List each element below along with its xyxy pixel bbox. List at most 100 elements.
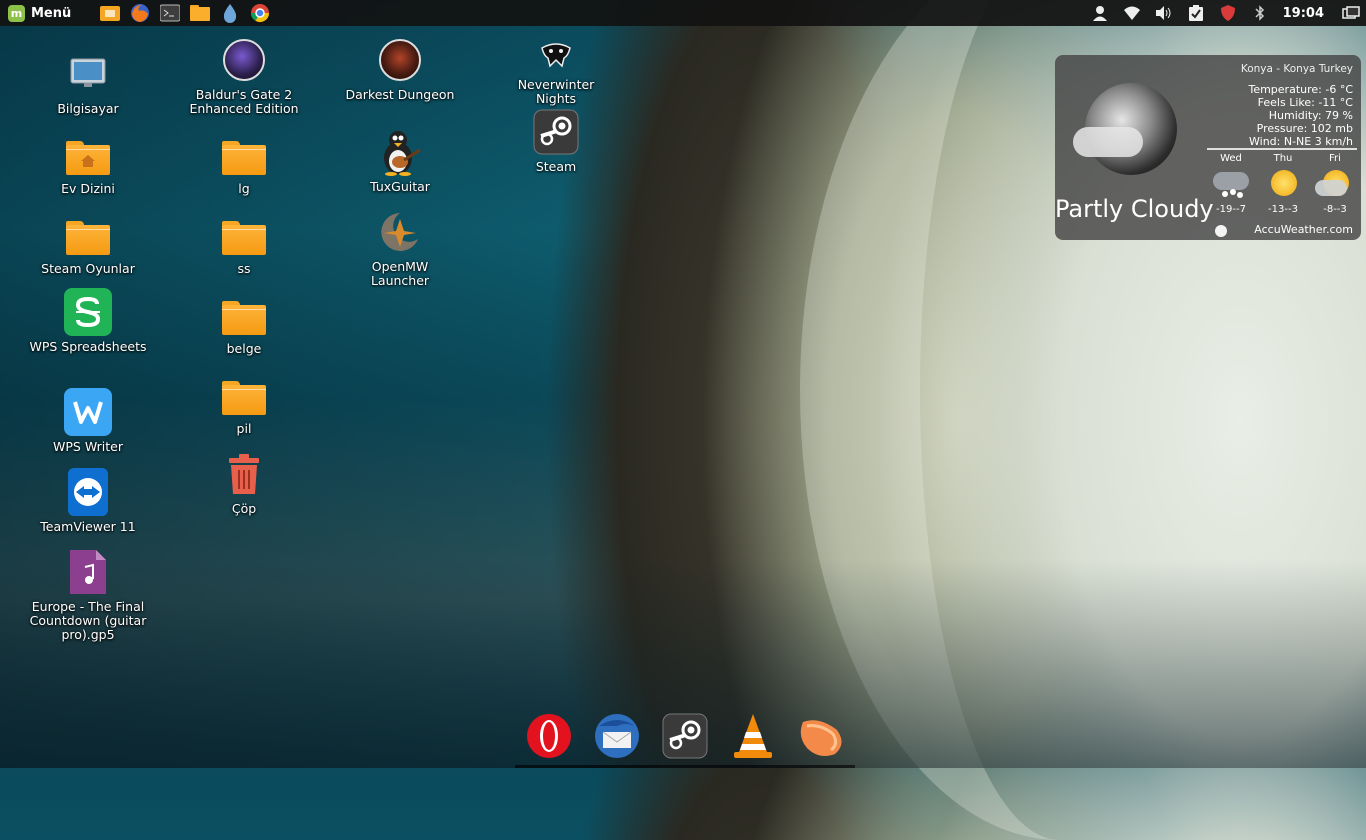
desktop-icon-neverwinter-nights[interactable]: Neverwinter Nights: [497, 36, 615, 106]
weather-source-link[interactable]: AccuWeather.com: [1254, 223, 1353, 236]
steam-icon[interactable]: [660, 711, 710, 761]
volume-icon[interactable]: [1155, 4, 1173, 22]
desktop-icon-label: Steam: [535, 159, 577, 174]
panel-launchers: [99, 3, 270, 24]
desktop-icon-label: pil: [236, 421, 252, 436]
desktop-icon-openmw[interactable]: OpenMW Launcher: [341, 208, 459, 288]
desktop-icon-label: TuxGuitar: [370, 179, 430, 194]
show-desktop-icon[interactable]: [1342, 4, 1360, 22]
desktop-icon-wps-spreadsheets[interactable]: WPS Spreadsheets: [29, 288, 147, 354]
system-tray: 19:04: [1091, 0, 1360, 26]
steam-icon: [532, 108, 580, 156]
menu-button[interactable]: m Menü: [8, 0, 79, 26]
wps-writer-icon: [64, 388, 112, 436]
forecast-day-range: -13--3: [1268, 204, 1298, 215]
desktop-icon-label: Europe - The Final Countdown (guitar pro…: [29, 599, 147, 642]
user-icon[interactable]: [1091, 4, 1109, 22]
desktop-icon-label: Baldur's Gate 2 Enhanced Edition: [189, 87, 299, 116]
weather-refresh-icon[interactable]: [1215, 225, 1227, 237]
clipboard-icon[interactable]: [1187, 4, 1205, 22]
desktop-icon-trash[interactable]: Çöp: [185, 450, 303, 516]
baldurs-gate-icon: [220, 36, 268, 84]
folder-icon: [220, 370, 268, 418]
desktop-icon-label: Ev Dizini: [61, 181, 115, 196]
snow-cloud-icon: [1211, 166, 1251, 200]
desktop-icon-darkest-dungeon[interactable]: Darkest Dungeon: [341, 36, 459, 102]
folder-icon: [64, 210, 112, 258]
folder-icon: [220, 210, 268, 258]
water-icon[interactable]: [219, 3, 240, 24]
shield-icon[interactable]: [1219, 4, 1237, 22]
neverwinter-nights-icon: [532, 36, 580, 74]
forecast-day-name: Wed: [1220, 153, 1242, 164]
audio-file-icon: [64, 548, 112, 596]
desktop-icon-steam[interactable]: Steam: [497, 108, 615, 174]
folder-icon[interactable]: [189, 3, 210, 24]
home-folder-icon: [64, 130, 112, 178]
weather-divider: [1207, 148, 1357, 150]
forecast-day: Wed -19--7: [1205, 153, 1257, 215]
firefox-icon[interactable]: [129, 3, 150, 24]
desktop-icon-home[interactable]: Ev Dizini: [29, 130, 147, 196]
weather-temperature: Temperature: -6 °C: [1248, 83, 1353, 96]
teamviewer-icon: [64, 468, 112, 516]
partly-cloudy-icon: [1315, 166, 1355, 200]
desktop-icon-label: Steam Oyunlar: [41, 261, 135, 276]
linux-mint-icon: m: [8, 4, 25, 22]
desktop-icon-label: Bilgisayar: [57, 101, 119, 116]
cloud-icon: [1073, 127, 1143, 157]
forecast-day-name: Thu: [1273, 153, 1293, 164]
desktop-icon-steam-games[interactable]: Steam Oyunlar: [29, 210, 147, 276]
forecast-day: Fri -8--3: [1309, 153, 1361, 215]
weather-widget[interactable]: Konya - Konya Turkey Temperature: -6 °C …: [1055, 55, 1361, 240]
files-app-icon[interactable]: [99, 3, 120, 24]
desktop-icon-label: WPS Spreadsheets: [29, 339, 147, 354]
weather-humidity: Humidity: 79 %: [1268, 109, 1353, 122]
wps-spreadsheets-icon: [64, 288, 112, 336]
weather-details: Temperature: -6 °C Feels Like: -11 °C Hu…: [1183, 83, 1353, 148]
wifi-icon[interactable]: [1123, 4, 1141, 22]
desktop-icon-label: Neverwinter Nights: [517, 77, 595, 106]
weather-condition: Partly Cloudy: [1055, 195, 1214, 223]
chrome-icon[interactable]: [249, 3, 270, 24]
forecast-day: Thu -13--3: [1257, 153, 1309, 215]
desktop-icon-teamviewer[interactable]: TeamViewer 11: [29, 468, 147, 534]
desktop-icon-baldurs-gate[interactable]: Baldur's Gate 2 Enhanced Edition: [185, 36, 303, 116]
menu-label: Menü: [31, 5, 72, 21]
top-panel: m Menü 19:04: [0, 0, 1366, 26]
bluetooth-icon[interactable]: [1251, 4, 1269, 22]
terminal-icon[interactable]: [159, 3, 180, 24]
dock: [515, 704, 855, 768]
sun-icon: [1263, 166, 1303, 200]
computer-icon: [64, 50, 112, 98]
clementine-icon[interactable]: [796, 711, 846, 761]
weather-location: Konya - Konya Turkey: [1240, 63, 1353, 75]
opera-icon[interactable]: [524, 711, 574, 761]
forecast-day-name: Fri: [1329, 153, 1341, 164]
desktop-icon-label: TeamViewer 11: [40, 519, 136, 534]
desktop-icon-guitar-file[interactable]: Europe - The Final Countdown (guitar pro…: [29, 548, 147, 642]
desktop-icon-label: belge: [226, 341, 262, 356]
weather-pressure: Pressure: 102 mb: [1256, 122, 1353, 135]
desktop-icon-label: WPS Writer: [53, 439, 123, 454]
trash-icon: [220, 450, 268, 498]
desktop-icon-label: Çöp: [231, 501, 257, 516]
desktop-icon-pil[interactable]: pil: [185, 370, 303, 436]
clock[interactable]: 19:04: [1283, 6, 1324, 21]
desktop-icon-belge[interactable]: belge: [185, 290, 303, 356]
desktop-icon-wps-writer[interactable]: WPS Writer: [29, 388, 147, 454]
thunderbird-icon[interactable]: [592, 711, 642, 761]
desktop-icon-tuxguitar[interactable]: TuxGuitar: [341, 128, 459, 194]
vlc-icon[interactable]: [728, 711, 778, 761]
desktop-icon-label: Darkest Dungeon: [345, 87, 455, 102]
folder-icon: [220, 130, 268, 178]
forecast-day-range: -8--3: [1323, 204, 1347, 215]
desktop-icon-label: OpenMW Launcher: [370, 259, 430, 288]
desktop-icon-computer[interactable]: Bilgisayar: [29, 50, 147, 116]
desktop-icon-lg[interactable]: lg: [185, 130, 303, 196]
desktop-icon-ss[interactable]: ss: [185, 210, 303, 276]
weather-feels-like: Feels Like: -11 °C: [1257, 96, 1353, 109]
darkest-dungeon-icon: [376, 36, 424, 84]
openmw-icon: [376, 208, 424, 256]
folder-icon: [220, 290, 268, 338]
